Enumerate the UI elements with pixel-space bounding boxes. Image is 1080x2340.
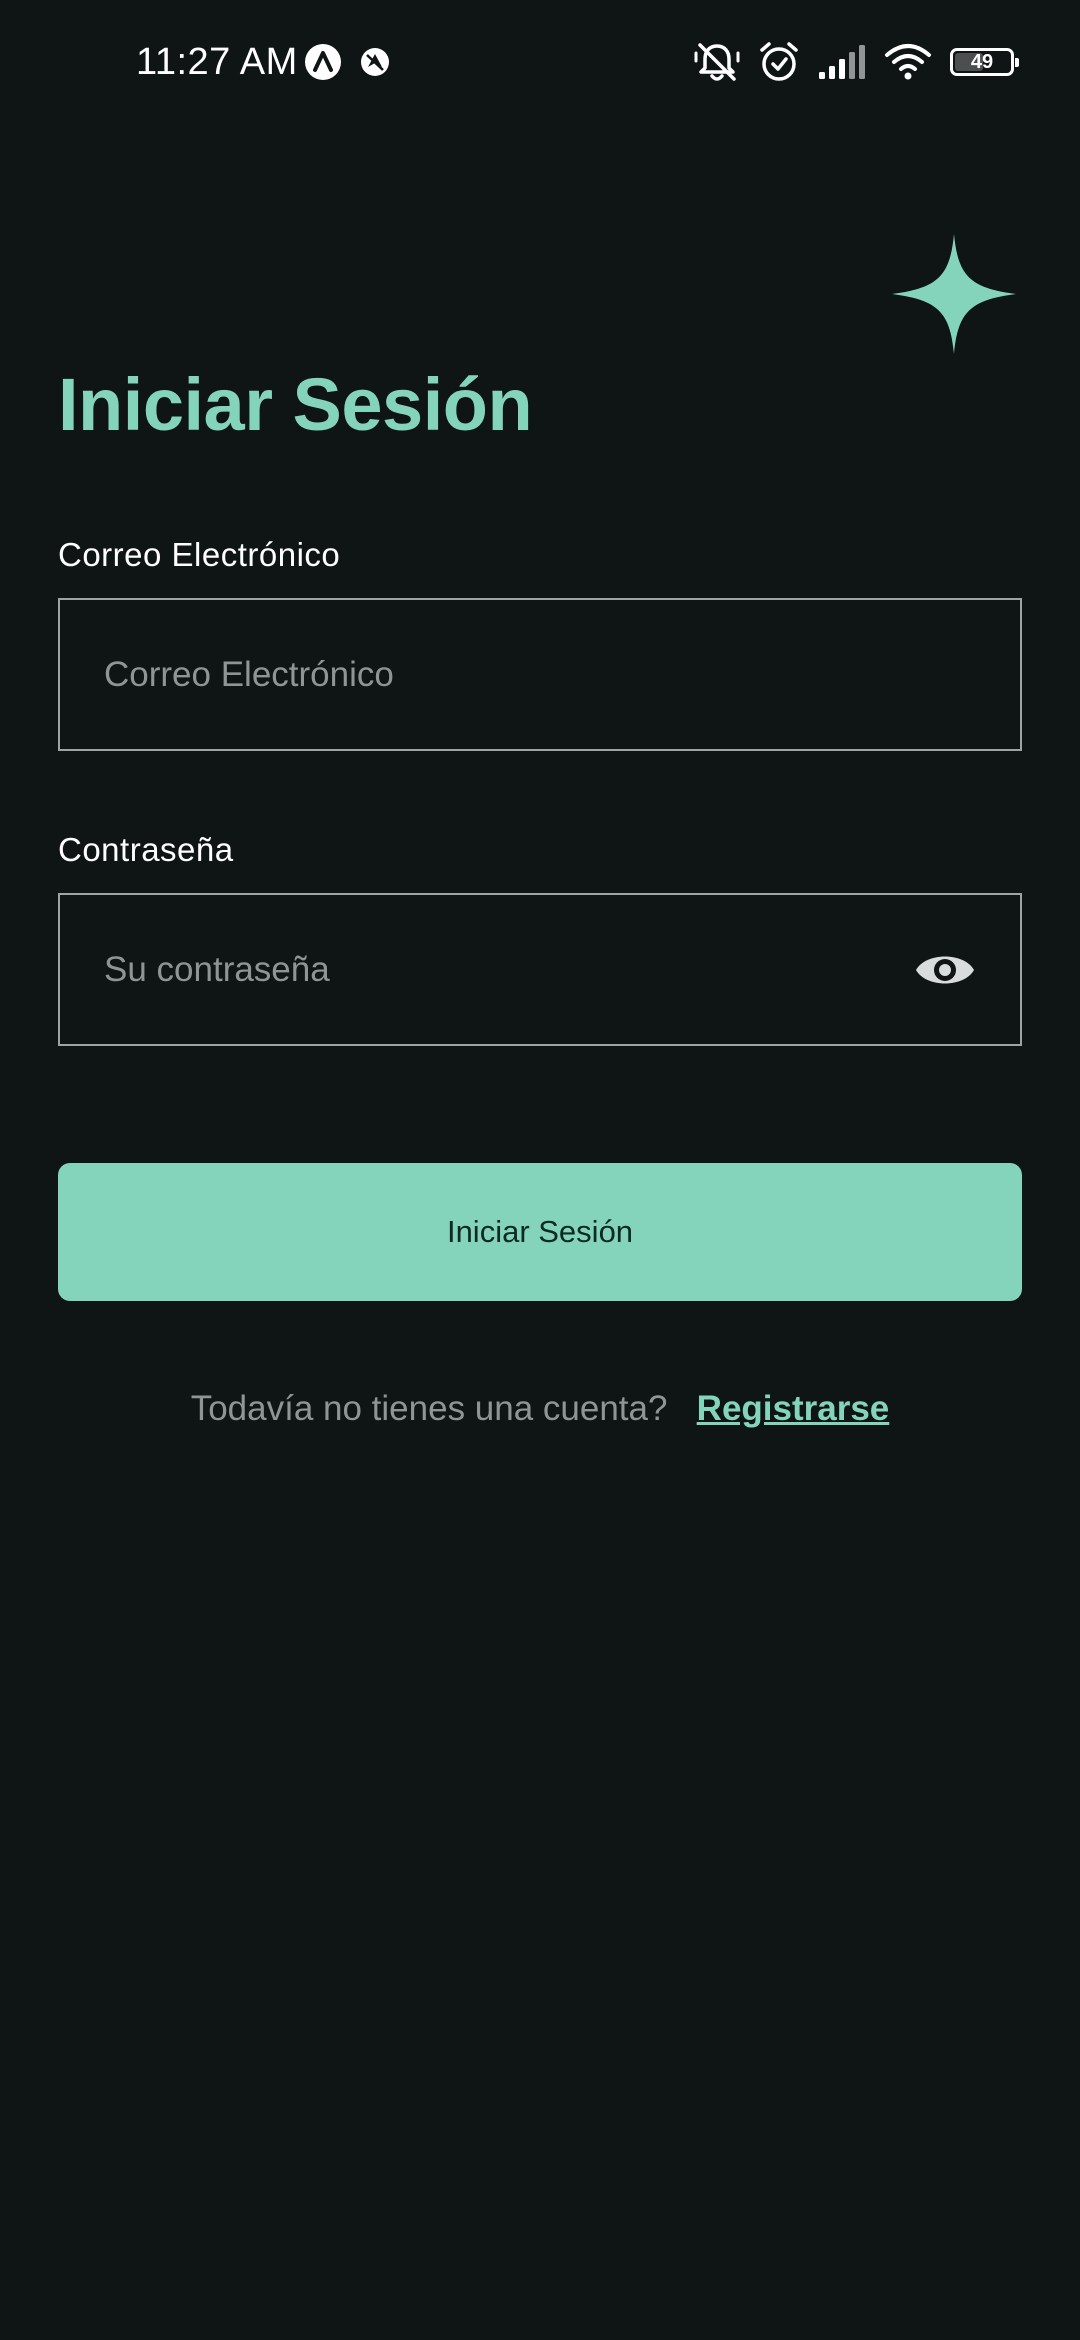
login-screen: 11:27 AM 49 Iniciar Sesión Correo Electr… (0, 0, 1080, 2340)
sparkle-icon (892, 234, 1016, 354)
email-field[interactable] (104, 600, 924, 749)
password-field-container (58, 893, 1022, 1046)
silent-bell-icon (694, 43, 740, 81)
signup-spacer (677, 1389, 687, 1428)
status-time: 11:27 AM (136, 40, 298, 83)
password-field[interactable] (104, 895, 924, 1044)
status-left: 11:27 AM (136, 38, 390, 86)
battery-percentage: 49 (970, 51, 994, 73)
status-bar: 11:27 AM 49 (0, 0, 1080, 124)
email-label: Correo Electrónico (58, 536, 341, 573)
eye-icon (916, 956, 974, 984)
navigation-app-icon (360, 48, 389, 76)
wifi-icon (885, 44, 931, 80)
page-title: Iniciar Sesión (58, 363, 533, 446)
alarm-icon (760, 42, 798, 81)
signup-prompt: Todavía no tienes una cuenta? (190, 1389, 668, 1428)
status-left-icons (304, 43, 390, 81)
login-button[interactable]: Iniciar Sesión (58, 1163, 1022, 1301)
status-right-icons: 49 (694, 38, 1019, 86)
app-notification-icon (304, 44, 341, 80)
password-label: Contraseña (58, 831, 234, 868)
email-field-container (58, 598, 1022, 751)
signal-icon (819, 45, 865, 79)
show-password-button[interactable] (914, 943, 976, 997)
register-link[interactable]: Registrarse (697, 1389, 890, 1428)
battery-icon: 49 (950, 48, 1019, 76)
signup-row: Todavía no tienes una cuenta? Registrars… (0, 1384, 1080, 1434)
